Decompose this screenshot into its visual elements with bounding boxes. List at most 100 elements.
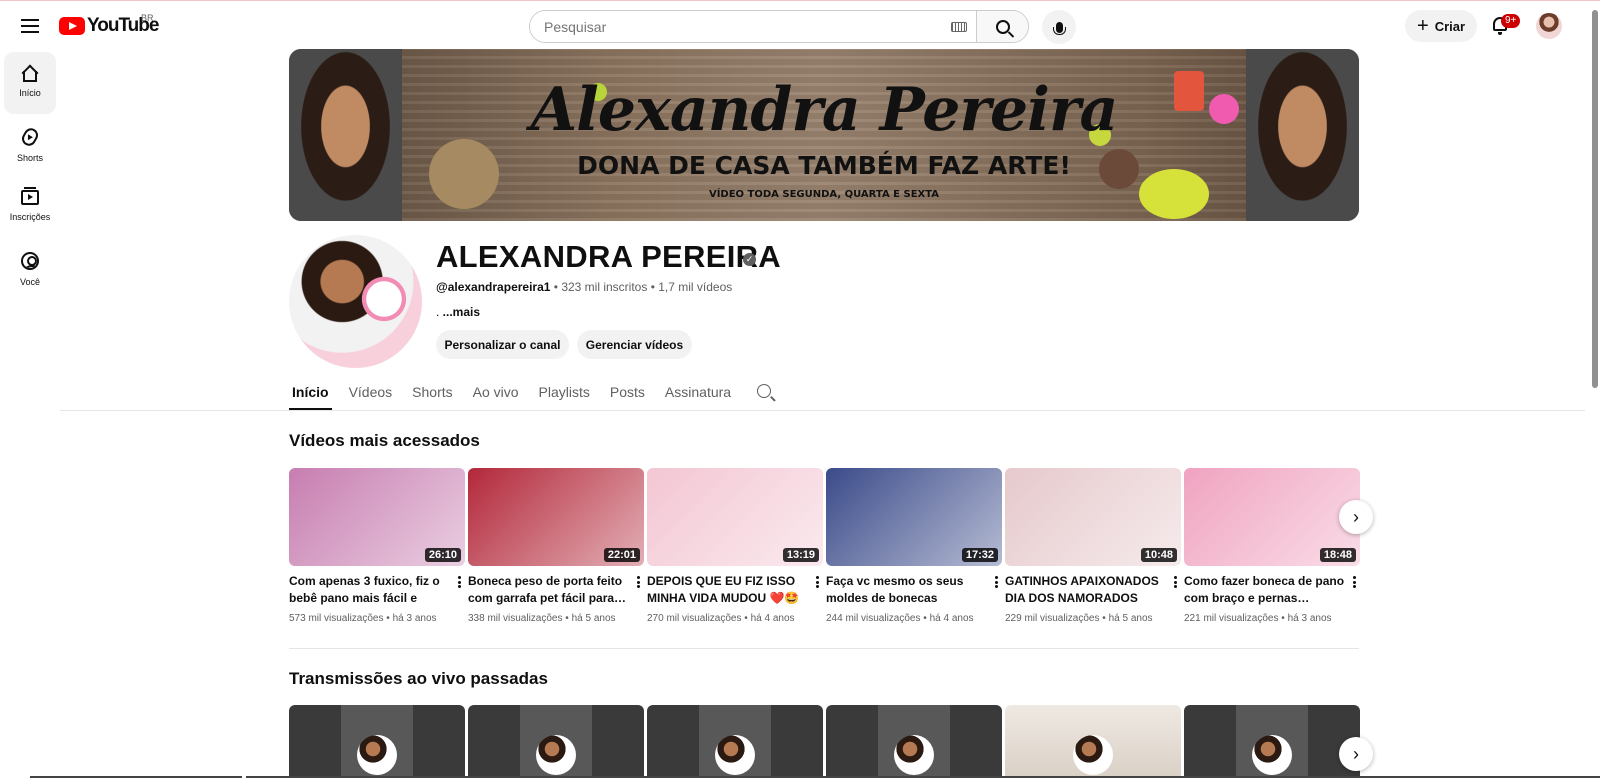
- page-scrollbar[interactable]: [1592, 10, 1598, 388]
- video-thumbnail[interactable]: [826, 705, 1002, 778]
- live-video-card[interactable]: [468, 705, 644, 778]
- video-card[interactable]: 17:32 Faça vc mesmo os seus moldes de bon…: [826, 468, 1002, 624]
- tab-membership[interactable]: Assinatura: [662, 380, 734, 410]
- channel-portrait: [894, 735, 934, 775]
- banner-portrait-left: [289, 49, 402, 221]
- video-age: há 3 anos: [392, 613, 437, 624]
- video-meta: 229 mil visualizações • há 5 anos: [1005, 613, 1181, 624]
- meta-separator: •: [1102, 613, 1106, 624]
- video-card[interactable]: 18:48 Como fazer boneca de pano com braço…: [1184, 468, 1360, 624]
- channel-search-icon[interactable]: [757, 384, 771, 398]
- video-title[interactable]: Como fazer boneca de pano com braço e pe…: [1184, 573, 1360, 607]
- tab-videos[interactable]: Vídeos: [346, 380, 396, 410]
- menu-icon[interactable]: [18, 15, 42, 37]
- channel-meta: @alexandrapereira1 • 323 mil inscritos •…: [436, 280, 732, 294]
- search-box: [529, 10, 1029, 43]
- manage-videos-button[interactable]: Gerenciar vídeos: [577, 330, 692, 359]
- video-thumbnail[interactable]: [1184, 705, 1360, 778]
- youtube-logo[interactable]: YouTube BR: [59, 13, 159, 37]
- sidebar-item-shorts[interactable]: Shorts: [4, 114, 56, 176]
- video-duration: 18:48: [1319, 548, 1356, 562]
- video-duration: 13:19: [782, 548, 819, 562]
- channel-tabs: Início Vídeos Shorts Ao vivo Playlists P…: [289, 380, 748, 410]
- video-count[interactable]: 1,7 mil vídeos: [658, 280, 732, 294]
- top-bar: YouTube BR + Criar 9+: [0, 0, 1600, 50]
- keyboard-icon[interactable]: [942, 11, 976, 42]
- live-video-card[interactable]: [826, 705, 1002, 778]
- channel-portrait: [1252, 735, 1292, 775]
- logo-country-code: BR: [141, 13, 154, 23]
- tab-shorts[interactable]: Shorts: [409, 380, 455, 410]
- video-thumbnail[interactable]: 18:48: [1184, 468, 1360, 566]
- video-views: 270 mil visualizações: [647, 613, 742, 624]
- video-thumbnail[interactable]: 17:32: [826, 468, 1002, 566]
- video-thumbnail[interactable]: [468, 705, 644, 778]
- live-video-card[interactable]: [647, 705, 823, 778]
- more-options-icon[interactable]: [813, 575, 821, 589]
- video-duration: 26:10: [424, 548, 461, 562]
- live-video-card[interactable]: [1005, 705, 1181, 778]
- video-card[interactable]: 22:01 Boneca peso de porta feito com garr…: [468, 468, 644, 624]
- video-thumbnail[interactable]: 22:01: [468, 468, 644, 566]
- video-thumbnail[interactable]: 13:19: [647, 468, 823, 566]
- description-text: .: [436, 305, 443, 319]
- video-card[interactable]: 13:19 DEPOIS QUE EU FIZ ISSO MINHA VIDA M…: [647, 468, 823, 624]
- video-meta: 221 mil visualizações • há 3 anos: [1184, 613, 1360, 624]
- more-options-icon[interactable]: [1171, 575, 1179, 589]
- next-arrow-button[interactable]: ›: [1339, 500, 1373, 534]
- next-arrow-button[interactable]: ›: [1339, 737, 1373, 771]
- tab-posts[interactable]: Posts: [607, 380, 648, 410]
- video-title[interactable]: GATINHOS APAIXONADOS DIA DOS NAMORADOS: [1005, 573, 1181, 607]
- banner-schedule-note: VÍDEO TODA SEGUNDA, QUARTA E SEXTA: [708, 189, 940, 200]
- live-video-card[interactable]: [289, 705, 465, 778]
- search-input[interactable]: [530, 11, 942, 42]
- video-thumbnail[interactable]: 10:48: [1005, 468, 1181, 566]
- video-card[interactable]: 10:48 GATINHOS APAIXONADOS DIA DOS NAMORA…: [1005, 468, 1181, 624]
- notification-badge: 9+: [1501, 14, 1521, 28]
- video-duration: 17:32: [961, 548, 998, 562]
- more-options-icon[interactable]: [634, 575, 642, 589]
- tab-playlists[interactable]: Playlists: [536, 380, 593, 410]
- sidebar-item-home[interactable]: Início: [4, 52, 56, 114]
- video-title[interactable]: Faça vc mesmo os seus moldes de bonecas …: [826, 573, 1002, 607]
- subscriptions-icon: [21, 187, 39, 205]
- create-button[interactable]: + Criar: [1405, 10, 1477, 42]
- customize-channel-button[interactable]: Personalizar o canal: [436, 330, 569, 359]
- video-views: 573 mil visualizações: [289, 613, 384, 624]
- shorts-icon: [19, 125, 41, 149]
- video-thumbnail[interactable]: [289, 705, 465, 778]
- section-title-live: Transmissões ao vivo passadas: [289, 669, 548, 688]
- search-button[interactable]: [976, 11, 1028, 42]
- meta-separator: •: [1281, 613, 1285, 624]
- video-title[interactable]: DEPOIS QUE EU FIZ ISSO MINHA VIDA MUDOU …: [647, 573, 823, 607]
- more-options-icon[interactable]: [1350, 575, 1358, 589]
- video-views: 229 mil visualizações: [1005, 613, 1100, 624]
- video-title[interactable]: Com apenas 3 fuxico, fiz o bebê pano mai…: [289, 573, 465, 607]
- sidebar-item-subscriptions[interactable]: Inscrições: [4, 176, 56, 238]
- channel-avatar[interactable]: [289, 235, 422, 368]
- tab-live[interactable]: Ao vivo: [470, 380, 522, 410]
- more-link[interactable]: ...mais: [443, 305, 480, 319]
- live-video-card[interactable]: [1184, 705, 1360, 778]
- section-divider: [289, 648, 1359, 649]
- video-card[interactable]: 26:10 Com apenas 3 fuxico, fiz o bebê pan…: [289, 468, 465, 624]
- tab-home[interactable]: Início: [289, 380, 332, 410]
- video-meta: 270 mil visualizações • há 4 anos: [647, 613, 823, 624]
- account-avatar[interactable]: [1536, 13, 1562, 39]
- sidebar-item-you[interactable]: Você: [4, 238, 56, 300]
- video-thumbnail[interactable]: [1005, 705, 1181, 778]
- search-icon: [995, 19, 1010, 34]
- more-options-icon[interactable]: [455, 575, 463, 589]
- video-title[interactable]: Boneca peso de porta feito com garrafa p…: [468, 573, 644, 607]
- microphone-icon: [1052, 21, 1066, 35]
- video-thumbnail[interactable]: 26:10: [289, 468, 465, 566]
- video-meta: 244 mil visualizações • há 4 anos: [826, 613, 1002, 624]
- you-icon: [21, 252, 39, 270]
- verified-icon: ✓: [743, 253, 756, 266]
- meta-separator: •: [923, 613, 927, 624]
- channel-description[interactable]: . ...mais: [436, 305, 480, 319]
- voice-search-button[interactable]: [1042, 10, 1076, 44]
- video-thumbnail[interactable]: [647, 705, 823, 778]
- more-options-icon[interactable]: [992, 575, 1000, 589]
- plus-icon: +: [1417, 15, 1429, 37]
